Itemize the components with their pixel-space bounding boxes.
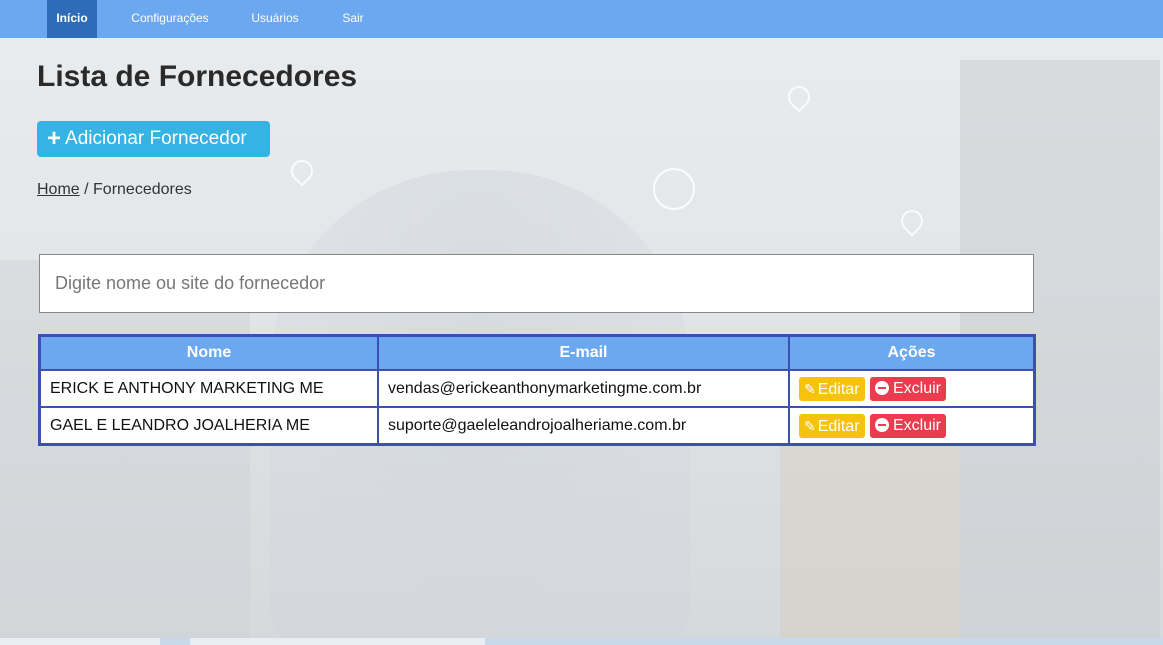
add-supplier-label: Adicionar Fornecedor — [65, 128, 247, 149]
header-email: E-mail — [377, 334, 790, 371]
nav-item-inicio[interactable]: Início — [47, 0, 97, 38]
delete-button[interactable]: Excluir — [869, 413, 946, 438]
table-row: GAEL E LEANDRO JOALHERIA ME suporte@gael… — [38, 406, 1036, 446]
header-acoes: Ações — [788, 334, 1036, 371]
nav-item-usuarios[interactable]: Usuários — [244, 0, 306, 38]
add-supplier-button[interactable]: + Adicionar Fornecedor — [37, 121, 270, 157]
supplier-email: vendas@erickeanthonymarketingme.com.br — [377, 369, 790, 408]
breadcrumb-home-link[interactable]: Home — [37, 181, 80, 198]
suppliers-table: Nome E-mail Ações ERICK E ANTHONY MARKET… — [38, 334, 1036, 446]
pencil-icon: ✎ — [804, 380, 816, 397]
nav-item-sair[interactable]: Sair — [334, 0, 372, 38]
table-header-row: Nome E-mail Ações — [38, 334, 1036, 371]
minus-circle-icon — [874, 380, 889, 395]
delete-label: Excluir — [892, 416, 941, 434]
search-input[interactable] — [39, 254, 1034, 313]
actions-cell: ✎ Editar Excluir — [788, 369, 1036, 408]
edit-button[interactable]: ✎ Editar — [799, 376, 865, 401]
plus-icon: + — [47, 125, 62, 152]
supplier-email: suporte@gaeleleandrojoalheriame.com.br — [377, 406, 790, 446]
supplier-name: ERICK E ANTHONY MARKETING ME — [38, 369, 379, 408]
main-content: Lista de Fornecedores + Adicionar Fornece… — [0, 38, 1163, 645]
edit-button[interactable]: ✎ Editar — [799, 413, 865, 438]
page-title: Lista de Fornecedores — [37, 60, 358, 93]
bottom-scrollbar[interactable] — [0, 638, 1163, 645]
delete-label: Excluir — [892, 379, 941, 397]
header-nome: Nome — [38, 334, 379, 371]
table-row: ERICK E ANTHONY MARKETING ME vendas@eric… — [38, 369, 1036, 408]
edit-label: Editar — [817, 380, 860, 398]
pencil-icon: ✎ — [804, 417, 816, 434]
delete-button[interactable]: Excluir — [869, 376, 946, 401]
breadcrumb-separator: / — [79, 181, 94, 198]
supplier-name: GAEL E LEANDRO JOALHERIA ME — [38, 406, 379, 446]
nav-item-configuracoes[interactable]: Configurações — [122, 0, 218, 38]
actions-cell: ✎ Editar Excluir — [788, 406, 1036, 446]
minus-circle-icon — [874, 417, 889, 432]
breadcrumb-current: Fornecedores — [93, 181, 192, 198]
edit-label: Editar — [817, 417, 860, 435]
breadcrumb: Home / Fornecedores — [37, 181, 192, 199]
top-navbar: Início Configurações Usuários Sair — [0, 0, 1163, 38]
